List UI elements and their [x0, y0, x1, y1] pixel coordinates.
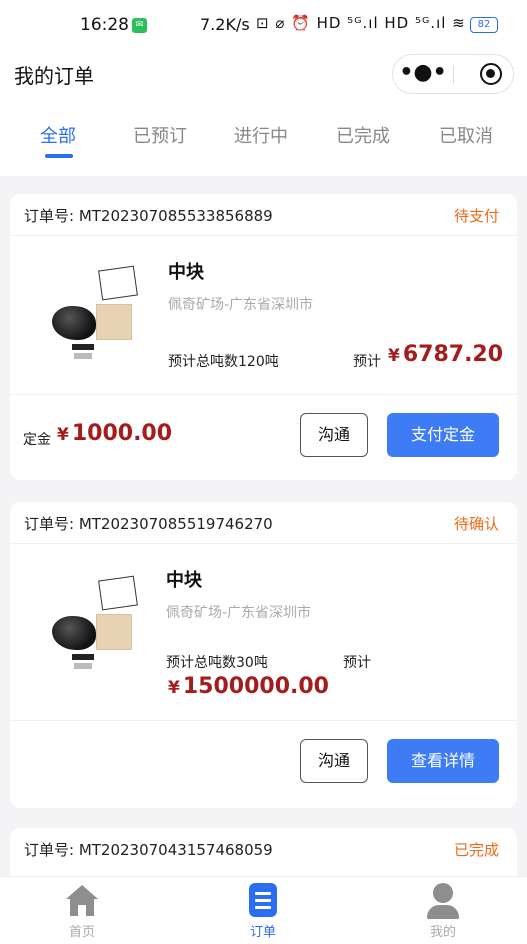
pay-deposit-button[interactable]: 支付定金: [387, 413, 499, 457]
nav-orders-label: 订单: [249, 925, 276, 940]
estimate-label: 预计: [353, 354, 381, 370]
miniprogram-capsule: •●•: [392, 54, 514, 94]
orders-icon: [245, 883, 281, 919]
order-status-badge: 已完成: [453, 841, 499, 859]
estimated-tonnage: 预计总吨数30吨: [166, 655, 268, 671]
order-card-footer: 定金 ¥1000.00 沟通 支付定金: [10, 394, 517, 480]
product-origin: 佩奇矿场-广东省深圳市: [166, 605, 312, 621]
deposit-label: 定金: [23, 432, 51, 448]
nav-orders[interactable]: 订单: [223, 883, 303, 940]
order-card-header: 订单号: MT202307085519746270 待确认: [10, 502, 517, 544]
estimated-tonnage: 预计总吨数120吨: [168, 354, 279, 370]
more-menu-icon[interactable]: •●•: [393, 55, 453, 93]
close-miniprogram-icon[interactable]: [480, 63, 502, 85]
estimated-price: ¥1500000.00: [168, 674, 329, 699]
nav-profile-label: 我的: [429, 925, 456, 940]
view-details-button[interactable]: 查看详情: [387, 739, 499, 783]
order-card[interactable]: 订单号: MT202307085533856889 待支付 中块 佩奇矿场-广东…: [10, 194, 517, 480]
order-number: 订单号: MT202307085533856889: [24, 207, 273, 225]
tab-in-progress[interactable]: 进行中: [234, 122, 288, 148]
contact-button[interactable]: 沟通: [300, 739, 368, 783]
battery-icon: 82: [470, 17, 498, 33]
order-status-tabs: 全部 已预订 进行中 已完成 已取消: [0, 96, 527, 176]
profile-icon: [425, 883, 461, 919]
order-card[interactable]: 订单号: MT202307085519746270 待确认 中块 佩奇矿场-广东…: [10, 502, 517, 808]
status-bar: 16:28 ✉ 7.2K/s ⊡ ⌀ ⏰ HD ⁵ᴳ.ıl HD ⁵ᴳ.ıl ≋…: [0, 0, 527, 52]
order-card-header: 订单号: MT202307043157468059 已完成: [10, 828, 517, 870]
product-image: [52, 265, 152, 368]
active-tab-indicator: [45, 154, 73, 158]
status-time: 16:28: [80, 15, 129, 35]
nav-home-label: 首页: [68, 925, 95, 940]
nav-header: 我的订单 •●•: [0, 52, 527, 96]
tab-completed[interactable]: 已完成: [336, 122, 390, 148]
network-speed: 7.2K/s: [200, 15, 250, 34]
estimated-price: ¥6787.20: [388, 342, 504, 367]
page-title: 我的订单: [14, 64, 94, 88]
deposit-price: ¥1000.00: [57, 421, 173, 446]
tab-cancelled[interactable]: 已取消: [439, 122, 493, 148]
home-icon: [64, 883, 100, 919]
product-origin: 佩奇矿场-广东省深圳市: [168, 297, 314, 313]
bottom-tab-bar: 首页 订单 我的: [0, 876, 527, 944]
capsule-divider: [453, 65, 454, 84]
order-number: 订单号: MT202307085519746270: [24, 515, 273, 533]
product-image: [52, 575, 152, 678]
tab-booked[interactable]: 已预订: [133, 122, 187, 148]
order-status-badge: 待支付: [453, 207, 499, 225]
order-card-footer: 沟通 查看详情: [10, 720, 517, 808]
product-name: 中块: [166, 570, 202, 591]
contact-button[interactable]: 沟通: [300, 413, 368, 457]
wechat-notification-icon: ✉: [132, 18, 147, 33]
order-card-header: 订单号: MT202307085533856889 待支付: [10, 194, 517, 236]
tab-all[interactable]: 全部: [40, 122, 76, 148]
estimate-label: 预计: [343, 655, 371, 671]
order-status-badge: 待确认: [453, 515, 499, 533]
nav-profile[interactable]: 我的: [403, 883, 483, 940]
nav-home[interactable]: 首页: [42, 883, 122, 940]
status-indicator-icons: ⊡ ⌀ ⏰ HD ⁵ᴳ.ıl HD ⁵ᴳ.ıl ≋: [256, 14, 466, 32]
order-number: 订单号: MT202307043157468059: [24, 841, 273, 859]
product-name: 中块: [168, 262, 204, 283]
